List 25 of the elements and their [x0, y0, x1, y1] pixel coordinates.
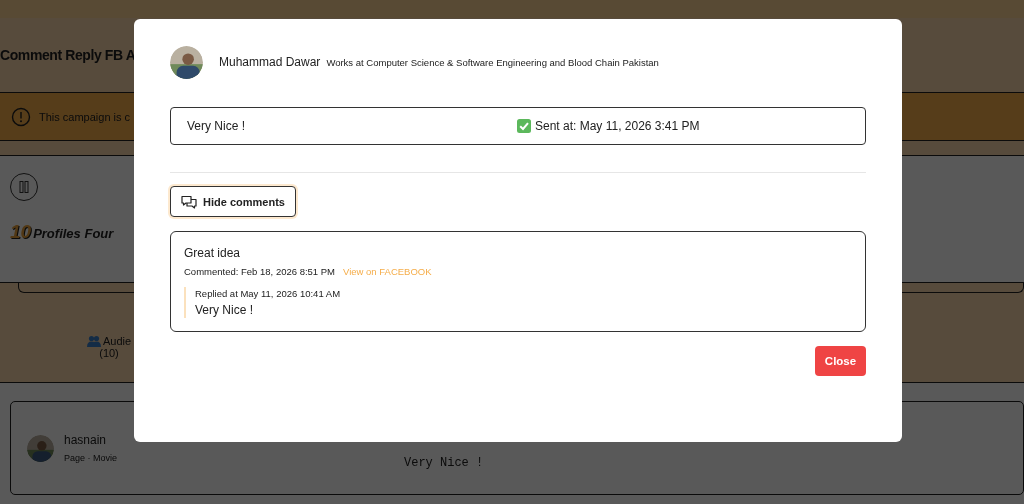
sent-status: Sent at: May 11, 2026 3:41 PM — [535, 119, 700, 133]
notice-text: This campaign is c — [39, 110, 131, 123]
user-headline: Works at Computer Science & Software Engineering and Blood Chain Pakistan — [326, 56, 659, 68]
comment-text: Great idea — [184, 246, 242, 260]
comments-icon — [181, 194, 197, 209]
reply-text: Very Nice ! — [195, 303, 255, 317]
comment-date: Commented: Feb 18, 2026 8:51 PM — [184, 266, 336, 277]
people-icon — [86, 335, 101, 347]
audience-count: (10) — [99, 347, 119, 359]
profiles-count: 10 — [10, 221, 32, 243]
hide-comments-button[interactable]: Hide comments — [170, 186, 296, 217]
reply-date: Replied at May 11, 2026 10:41 AM — [195, 288, 342, 299]
profile-name: hasnain — [64, 433, 108, 447]
facebook-link[interactable]: View on FACEBOOK — [343, 266, 432, 277]
pause-button[interactable] — [10, 173, 38, 201]
message-text: Very Nice ! — [187, 119, 247, 133]
audience-label: Audie — [102, 335, 132, 347]
close-button[interactable]: Close — [815, 346, 866, 376]
profiles-label: Profiles Four — [33, 226, 114, 241]
profile-meta: Page · Movie — [64, 453, 119, 463]
pause-icon — [19, 181, 29, 193]
user-name: Muhammad Dawar — [219, 55, 321, 69]
reply-text: Very Nice ! — [404, 456, 484, 470]
checkmark-icon — [517, 119, 531, 133]
warning-icon — [11, 106, 31, 127]
